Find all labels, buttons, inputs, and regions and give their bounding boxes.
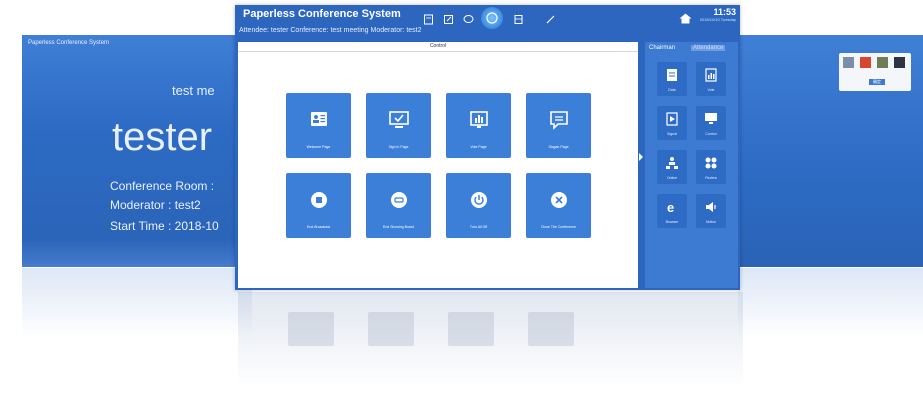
left-attendee-name: tester [112,115,213,159]
tile-label: Vote Page [470,145,487,149]
tile-label: End Showing Board [383,225,414,229]
side-button-browser[interactable]: e Browser [657,194,687,228]
monitor-check-icon [388,111,409,134]
reflection-tile [368,312,414,346]
pen-icon[interactable] [545,12,556,24]
left-room-label: Conference Room : [110,179,215,193]
clock-time: 11:53 [713,7,736,17]
chat-icon[interactable] [463,12,474,23]
theme-swatch-panel: 确定 [839,53,911,91]
reflection-tile [448,312,494,346]
side-panel: Chairman Attendance Data Vote Signal Con… [645,42,738,288]
side-button-signal[interactable]: Signal [657,106,687,140]
left-start-time-label: Start Time : 2018-10 [110,219,219,233]
side-button-label: Data [668,88,676,92]
reflection-left [22,268,252,338]
side-button-online[interactable]: Online [657,150,687,184]
swatch-ok-button[interactable]: 确定 [869,79,885,85]
tile-slogan-page[interactable]: Slogan Page [526,93,591,158]
stop-icon [310,191,328,214]
tile-close-conference[interactable]: Close The Conference [526,173,591,238]
theme-swatch-dark[interactable] [894,57,905,68]
close-circle-icon [550,191,568,214]
monitor-icon [704,112,718,131]
tab-chairman[interactable]: Chairman [649,45,675,51]
main-window: Paperless Conference System Attendee: te… [235,5,740,290]
reflection-tile [528,312,574,346]
vote-icon[interactable] [513,12,524,24]
file-icon[interactable] [423,12,434,25]
background-screen-left: Paperless Conference System test me test… [22,35,252,267]
message-icon [549,111,569,135]
tile-welcome-page[interactable]: Welcome Page [286,93,351,158]
contact-card-icon [310,111,328,132]
side-button-label: Browser [665,220,679,224]
tile-sign-in-page[interactable]: Sign in Page [366,93,431,158]
control-panel: Control Welcome Page Sign in Page Vote P… [238,42,638,288]
left-meeting-name: test me [172,83,215,98]
side-button-label: Review [705,176,717,180]
reflection-main [238,292,743,387]
side-button-label: Notice [706,220,716,224]
city-skyline-decoration [22,239,252,267]
left-app-title: Paperless Conference System [28,40,110,46]
tile-label: Slogan Page [548,145,569,149]
tab-attendance[interactable]: Attendance [691,45,726,51]
tile-end-showing-board[interactable]: End Showing Board [366,173,431,238]
side-button-control[interactable]: Control [696,106,726,140]
side-tabs: Chairman Attendance [645,45,738,55]
side-panel-toggle[interactable] [639,153,643,161]
tile-label: Welcome Page [306,145,331,149]
power-icon [470,191,488,214]
document-icon [666,68,678,87]
chart-icon [705,68,717,87]
side-button-label: Control [705,132,717,136]
tile-label: Sign in Page [388,145,409,149]
app-title: Paperless Conference System [243,8,401,20]
clock-date: 2018/10/10 Tuesday [699,17,736,22]
tile-label: End Broadcast [307,225,330,229]
tile-label: Turn All Off [469,225,488,229]
meeting-info-bar: Attendee: tester Conference: test meetin… [239,27,422,34]
reflection-right [738,268,923,338]
side-button-notice[interactable]: Notice [696,194,726,228]
active-toolbar-highlight[interactable] [481,7,503,29]
review-icon [704,156,718,175]
side-button-vote[interactable]: Vote [696,62,726,96]
tile-label: Close The Conference [541,225,576,229]
signal-icon [666,112,678,131]
panel-title: Control [238,42,638,52]
side-button-data[interactable]: Data [657,62,687,96]
left-moderator-label: Moderator : test2 [110,198,201,212]
side-button-review[interactable]: Review [696,150,726,184]
users-icon [665,156,679,175]
theme-swatch-olive[interactable] [877,57,888,68]
bar-chart-icon [469,111,488,134]
edit-icon[interactable] [443,12,454,24]
side-button-label: Online [666,176,678,180]
theme-swatch-red[interactable] [860,57,871,68]
minus-circle-icon [390,191,408,214]
side-button-label: Signal [667,132,677,136]
tile-end-broadcast[interactable]: End Broadcast [286,173,351,238]
background-screen-right: 确定 [738,35,923,267]
side-button-label: Vote [707,88,715,92]
speaker-icon [704,200,718,219]
svg-text:e: e [667,200,674,214]
theme-swatch-gray[interactable] [843,57,854,68]
tile-vote-page[interactable]: Vote Page [446,93,511,158]
tile-turn-all-off[interactable]: Turn All Off [446,173,511,238]
home-icon[interactable] [679,11,692,24]
browser-icon: e [665,200,679,219]
reflection-tile [288,312,334,346]
